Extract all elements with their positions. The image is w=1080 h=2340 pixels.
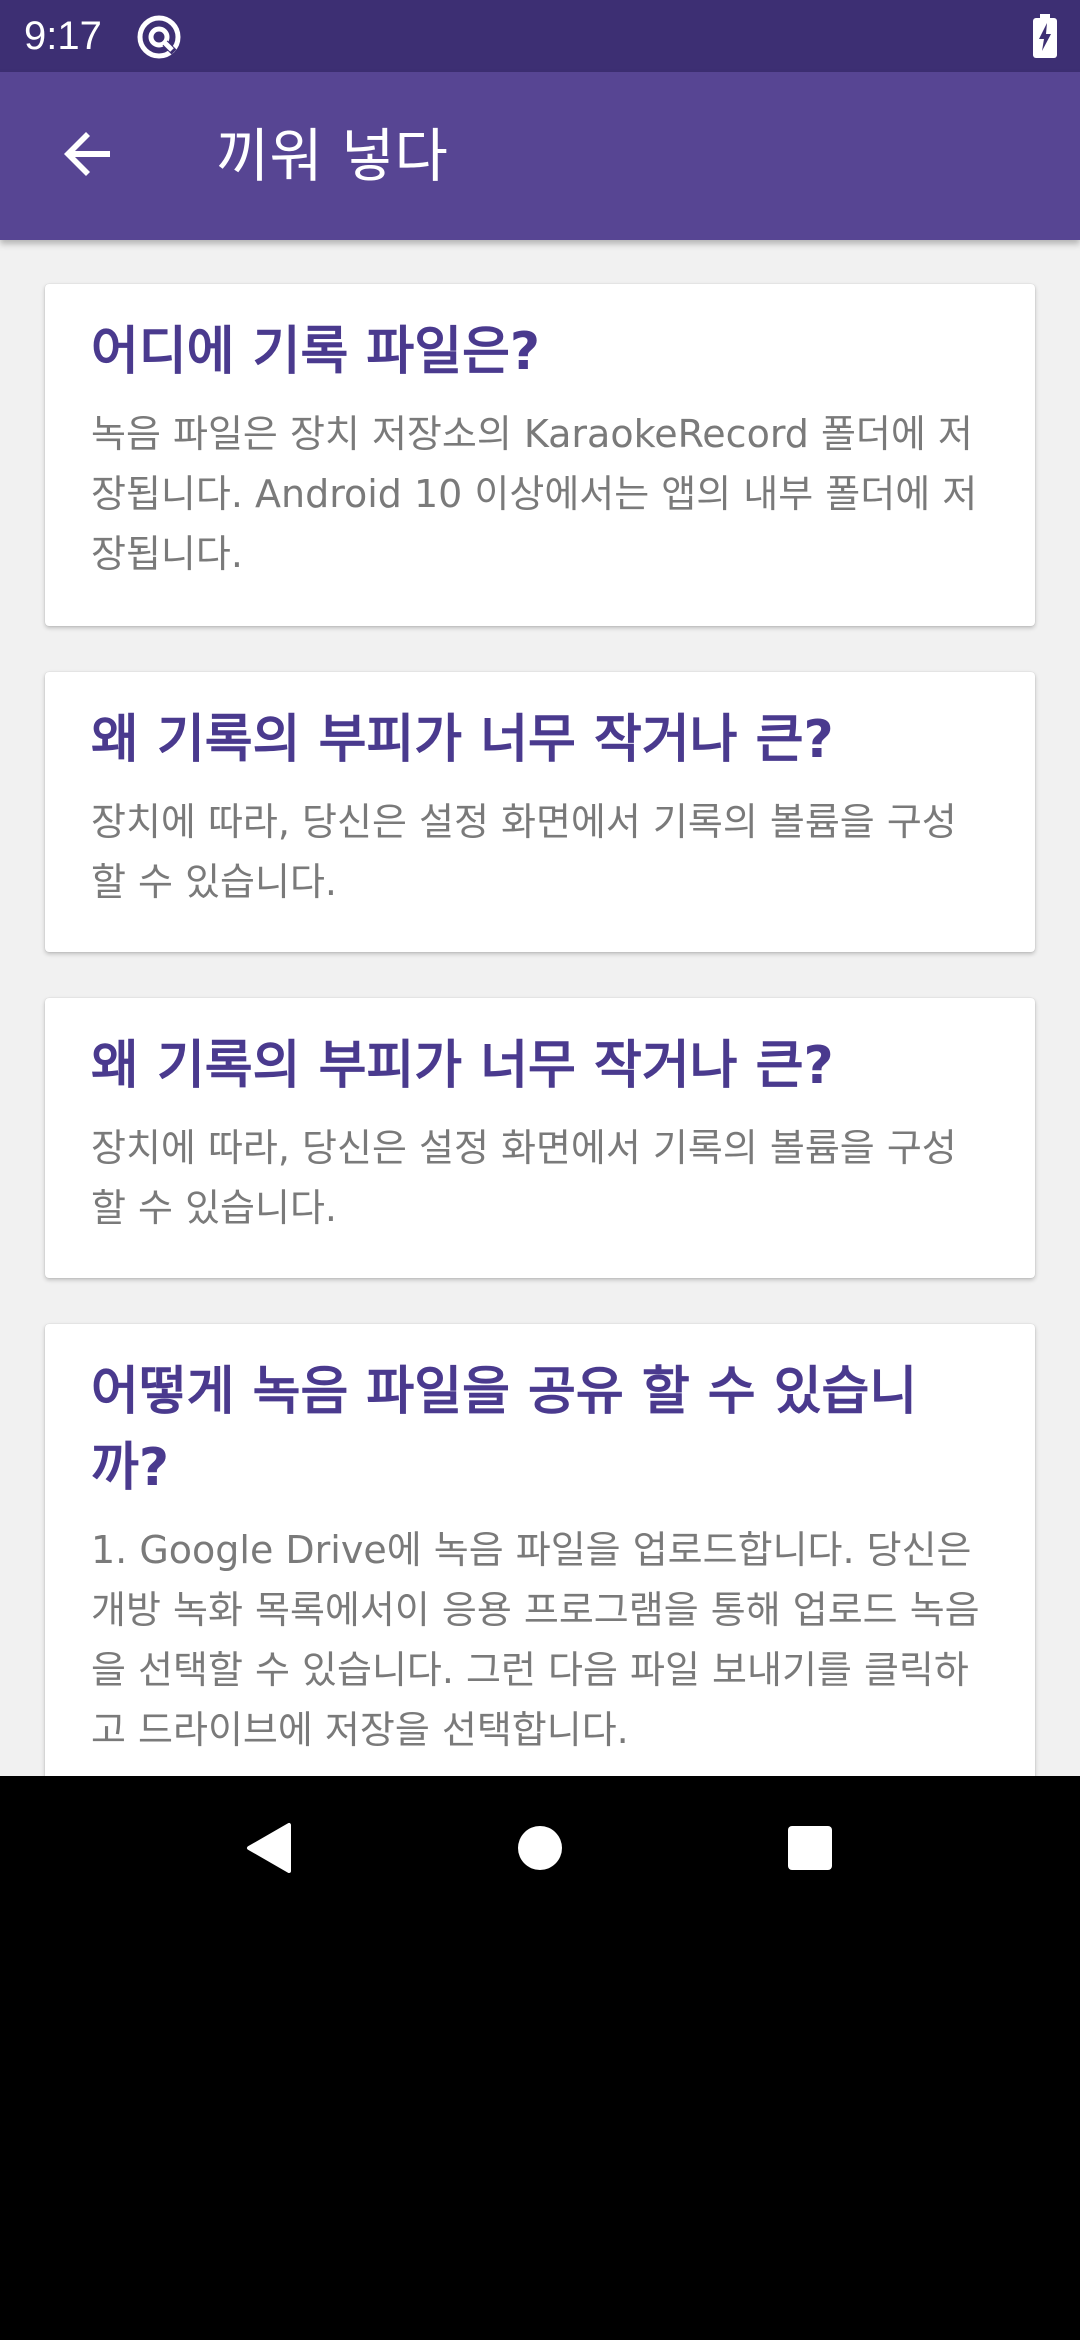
nav-home-circle-icon — [516, 1824, 564, 1876]
faq-question: 어디에 기록 파일은? — [91, 322, 541, 382]
status-time: 9:17 — [24, 14, 102, 58]
at-sign-icon — [136, 14, 182, 60]
status-bar: 9:17 — [0, 0, 1080, 72]
faq-question: 왜 기록의 부피가 너무 작거나 큰? — [91, 1036, 834, 1096]
faq-question: 어떻게 녹음 파일을 공유 할 수 있습니까? — [91, 1362, 918, 1498]
battery-charging-icon — [1032, 14, 1058, 58]
faq-card: 어디에 기록 파일은? 녹음 파일은 장치 저장소의 KaraokeRecord… — [45, 284, 1035, 626]
faq-answer: 장치에 따라, 당신은 설정 화면에서 기록의 볼륨을 구성 할 수 있습니다. — [91, 1126, 957, 1230]
faq-answer: 녹음 파일은 장치 저장소의 KaraokeRecord 폴더에 저장됩니다. … — [91, 412, 978, 576]
system-navigation-bar — [0, 1776, 1080, 1924]
faq-answer: 1. Google Drive에 녹음 파일을 업로드합니다. 당신은 개방 녹… — [91, 1528, 980, 1752]
nav-recents-square-icon — [787, 1825, 833, 1875]
nav-recents-button[interactable] — [760, 1800, 860, 1900]
screen-bottom-area — [0, 1924, 1080, 2340]
arrow-back-icon — [60, 126, 116, 186]
faq-card: 어떻게 녹음 파일을 공유 할 수 있습니까? 1. Google Drive에… — [45, 1324, 1035, 1776]
faq-card: 왜 기록의 부피가 너무 작거나 큰? 장치에 따라, 당신은 설정 화면에서 … — [45, 672, 1035, 952]
faq-list[interactable]: 어디에 기록 파일은? 녹음 파일은 장치 저장소의 KaraokeRecord… — [0, 240, 1080, 1776]
faq-answer: 장치에 따라, 당신은 설정 화면에서 기록의 볼륨을 구성 할 수 있습니다. — [91, 800, 957, 904]
nav-home-button[interactable] — [490, 1800, 590, 1900]
faq-card: 왜 기록의 부피가 너무 작거나 큰? 장치에 따라, 당신은 설정 화면에서 … — [45, 998, 1035, 1278]
app-bar: 끼워 넣다 — [0, 72, 1080, 240]
faq-question: 왜 기록의 부피가 너무 작거나 큰? — [91, 710, 834, 770]
nav-back-button[interactable] — [218, 1800, 318, 1900]
nav-back-triangle-icon — [243, 1821, 293, 1879]
back-button[interactable] — [44, 112, 132, 200]
page-title: 끼워 넣다 — [216, 122, 448, 190]
